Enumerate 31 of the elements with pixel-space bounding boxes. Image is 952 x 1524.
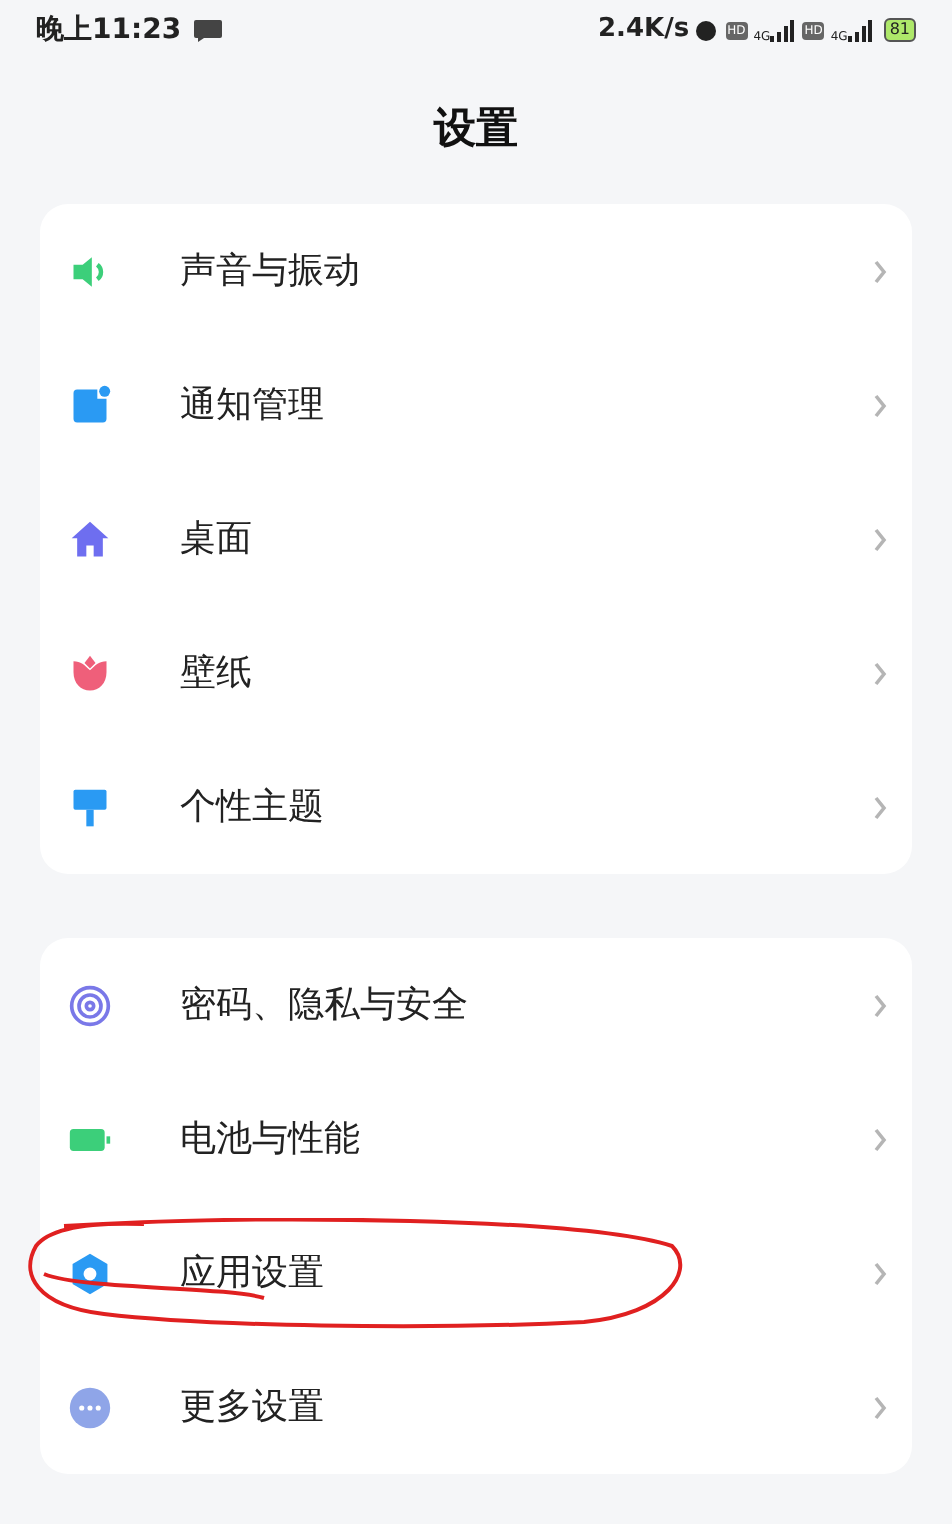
chevron-icon: [872, 1395, 888, 1419]
chevron-icon: [872, 393, 888, 417]
setting-label[interactable]: 声音与振动: [180, 244, 360, 298]
setting-label[interactable]: 更多设置: [180, 1380, 324, 1434]
signal-icon: [847, 19, 872, 41]
network-speed: 2.4K/s: [598, 12, 690, 49]
tulip-icon: [68, 651, 112, 695]
house-icon: [68, 517, 112, 561]
gear-icon: [68, 1251, 112, 1295]
battery-indicator: 81: [883, 18, 916, 42]
signal-icon: [770, 19, 795, 41]
setting-label[interactable]: 通知管理: [180, 378, 324, 432]
setting-label[interactable]: 壁纸: [180, 646, 252, 700]
chevron-icon: [872, 1261, 888, 1285]
chevron-icon: [872, 993, 888, 1017]
status-time: 晚上11:23: [36, 11, 182, 49]
setting-label[interactable]: 桌面: [180, 512, 252, 566]
chevron-icon: [872, 661, 888, 685]
chevron-icon: [872, 795, 888, 819]
page-title: 设置: [434, 102, 518, 157]
notification-icon: [68, 383, 112, 427]
setting-label[interactable]: 电池与性能: [180, 1112, 360, 1166]
more-icon: [68, 1385, 112, 1429]
paint-roller-icon: [68, 785, 112, 829]
chevron-icon: [872, 1127, 888, 1151]
chevron-icon: [872, 259, 888, 283]
chevron-icon: [872, 527, 888, 551]
message-icon: [193, 19, 222, 41]
setting-label[interactable]: 密码、隐私与安全: [180, 978, 468, 1032]
setting-label[interactable]: 个性主题: [180, 780, 324, 834]
setting-label[interactable]: 应用设置: [180, 1246, 324, 1300]
